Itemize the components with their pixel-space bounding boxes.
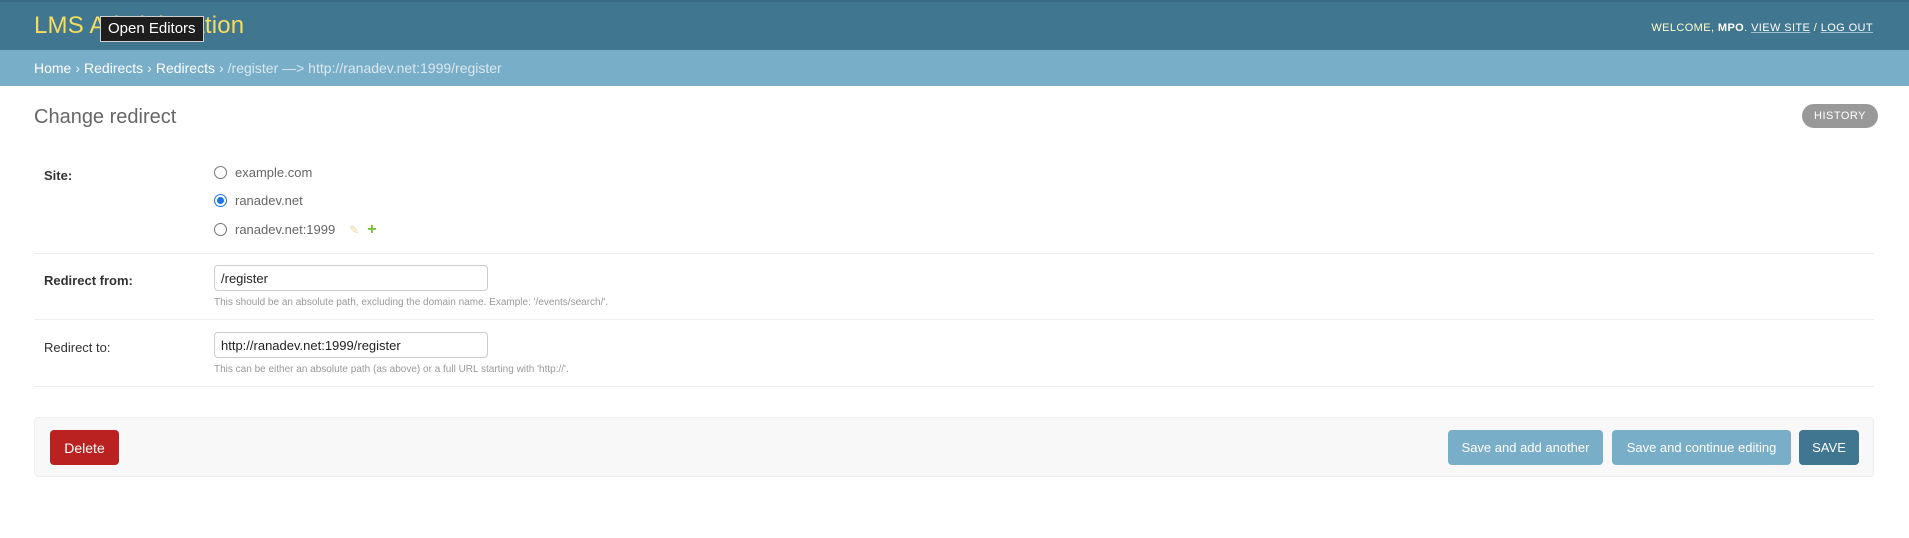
redirect-from-input[interactable] (214, 265, 488, 291)
site-label: Site: (44, 168, 73, 183)
breadcrumb-separator: › (147, 60, 152, 76)
site-option-label: ranadev.net (235, 193, 303, 208)
radio-button[interactable] (214, 223, 227, 236)
site-option-ranadev-1999[interactable]: ranadev.net:1999 ✎ + (214, 222, 377, 238)
site-option-ranadev[interactable]: ranadev.net (214, 193, 303, 208)
view-site-link[interactable]: VIEW SITE (1751, 22, 1810, 34)
breadcrumb-redirects-model[interactable]: Redirects (156, 60, 215, 76)
site-row: Site: example.com ranadev.net ranadev.ne… (34, 150, 1874, 254)
redirect-from-label: Redirect from: (44, 273, 133, 288)
open-editors-tooltip: Open Editors (100, 16, 204, 42)
delete-button[interactable]: Delete (50, 430, 119, 465)
radio-button-checked[interactable] (214, 194, 227, 207)
breadcrumb-separator: › (218, 60, 224, 76)
pencil-icon[interactable]: ✎ (349, 223, 359, 237)
submit-row: Delete Save and add another Save and con… (34, 417, 1874, 477)
breadcrumb-redirects-app[interactable]: Redirects (84, 60, 143, 76)
plus-icon[interactable]: + (367, 222, 376, 238)
redirect-to-input[interactable] (214, 332, 488, 358)
user-tools: WELCOME, MPO. VIEW SITE / LOG OUT (1651, 22, 1873, 34)
save-button[interactable]: SAVE (1799, 430, 1859, 465)
breadcrumb-separator: › (75, 60, 81, 76)
radio-button[interactable] (214, 166, 227, 179)
site-option-label: ranadev.net:1999 (235, 222, 336, 237)
redirect-to-label: Redirect to: (44, 340, 111, 355)
save-and-continue-button[interactable]: Save and continue editing (1612, 430, 1791, 465)
header: LMS Administration Open Editors WELCOME,… (0, 0, 1909, 50)
site-option-example[interactable]: example.com (214, 165, 312, 180)
breadcrumb: Home › Redirects › Redirects ›/register —> ht… (0, 50, 1909, 86)
redirect-to-row: Redirect to: This can be either an absol… (34, 320, 1874, 387)
breadcrumb-home[interactable]: Home (34, 60, 71, 76)
page-title: Change redirect (34, 106, 177, 128)
redirect-from-row: Redirect from: This should be an absolut… (34, 254, 1874, 320)
redirect-from-help: This should be an absolute path, excludi… (214, 297, 609, 308)
user-tools-separator: / (1813, 22, 1818, 34)
username: MPO (1717, 22, 1745, 34)
site-option-label: example.com (235, 165, 313, 180)
welcome-text: WELCOME, (1651, 22, 1715, 34)
log-out-link[interactable]: LOG OUT (1821, 22, 1873, 34)
redirect-to-help: This can be either an absolute path (as … (214, 364, 569, 375)
save-and-add-another-button[interactable]: Save and add another (1448, 430, 1603, 465)
breadcrumb-current: /register —> http://ranadev.net:1999/reg… (227, 60, 502, 76)
history-button[interactable]: HISTORY (1802, 104, 1878, 128)
